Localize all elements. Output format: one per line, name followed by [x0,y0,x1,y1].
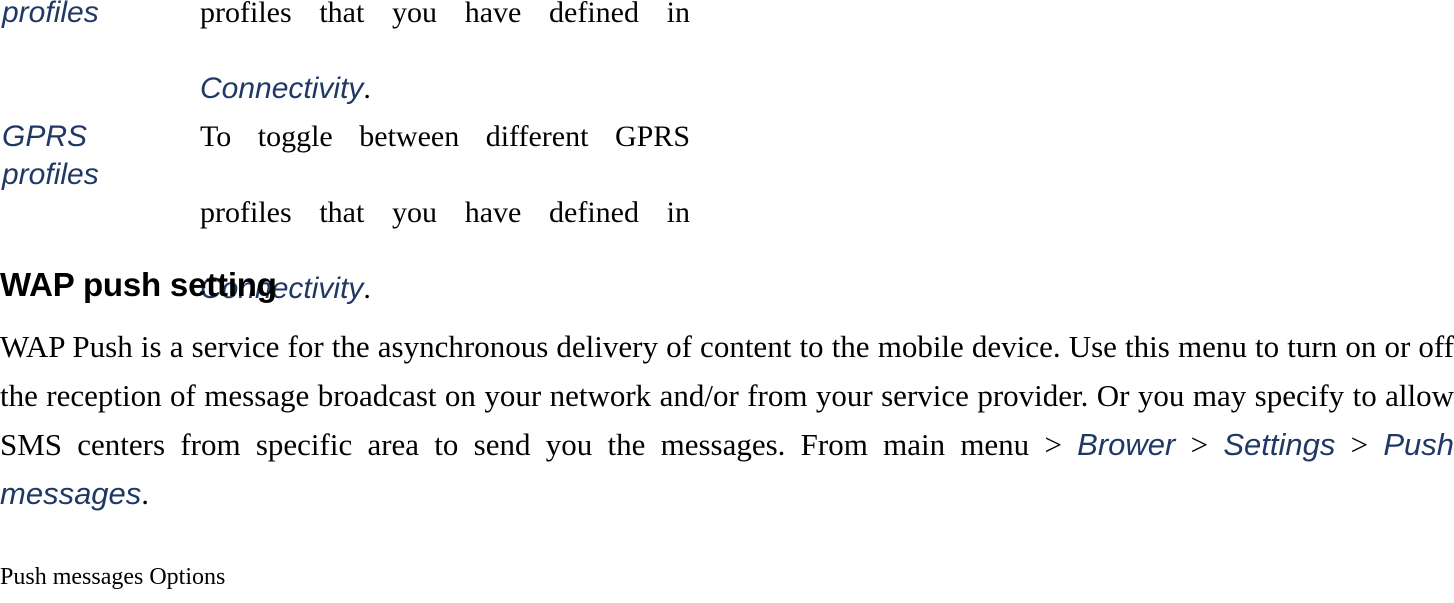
breadcrumb-item-settings: Settings [1223,427,1336,462]
definition-term-profiles: profiles [2,158,99,191]
definition-term-cell: profiles [0,0,200,32]
definition-desc-period: . [363,72,371,105]
definition-desc-period: . [363,272,371,305]
figure-caption: Push messages Options [0,564,226,590]
definition-desc-term-connectivity: Connectivity [200,72,364,105]
definition-term-profiles: profiles [2,0,99,29]
breadcrumb-separator: > [1044,427,1062,462]
definition-desc-line: profiles that you have defined in [200,196,690,229]
definition-table: profiles profiles that you have defined … [0,0,690,308]
breadcrumb-separator: > [1190,427,1209,462]
document-page: profiles profiles that you have defined … [0,0,1454,603]
breadcrumb-separator: > [1350,427,1369,462]
definition-row: profiles profiles that you have defined … [0,0,690,108]
definition-desc-line: To toggle between different GPRS [200,120,690,153]
definition-term-cell: GPRS profiles [0,118,200,194]
definition-description-cell: profiles that you have defined in Connec… [200,0,690,108]
section-paragraph: WAP Push is a service for the asynchrono… [0,322,1454,518]
definition-term-gprs: GPRS [2,120,88,153]
definition-desc-line: profiles that you have defined in [200,0,690,29]
breadcrumb-item-brower: Brower [1077,427,1176,462]
section-heading: WAP push setting [0,266,277,304]
row-spacer [0,108,690,118]
paragraph-period: . [141,476,150,511]
